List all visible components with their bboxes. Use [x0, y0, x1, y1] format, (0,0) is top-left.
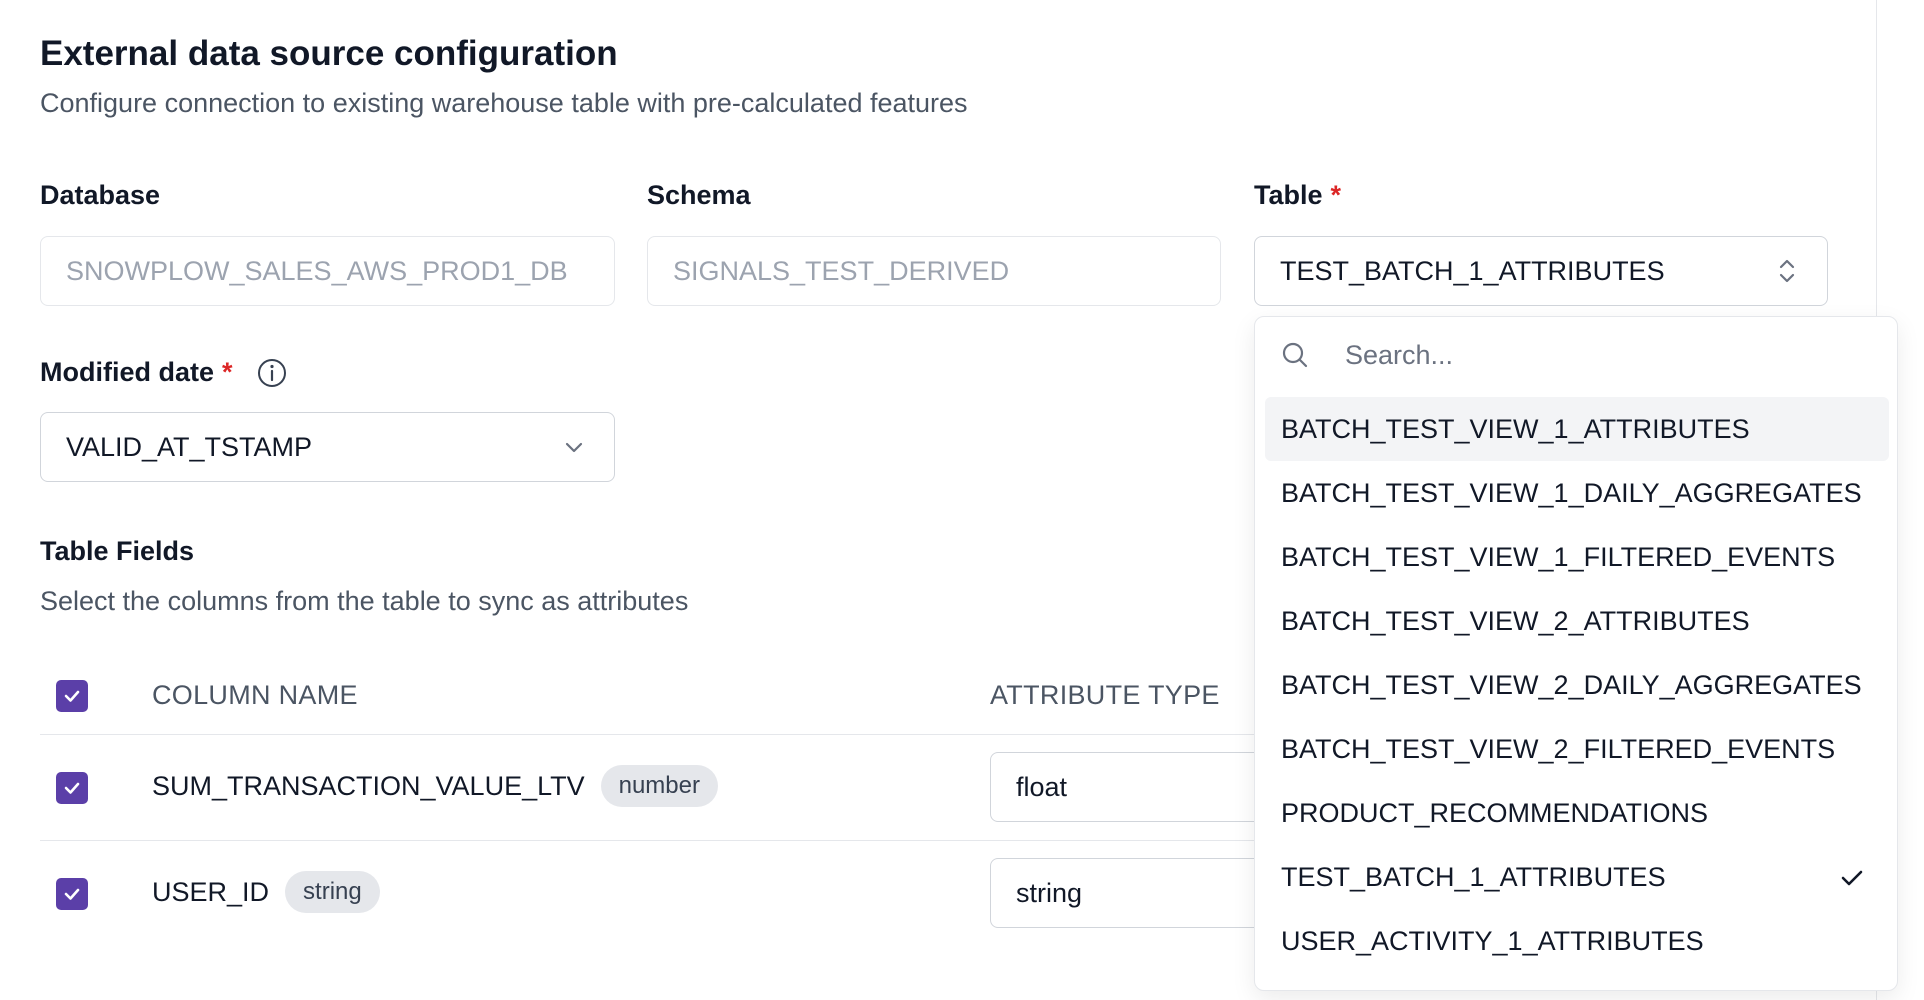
- dropdown-option-label: BATCH_TEST_VIEW_2_DAILY_AGGREGATES: [1281, 669, 1862, 700]
- table-fields-description: Select the columns from the table to syn…: [40, 586, 689, 616]
- attribute-type-header: ATTRIBUTE TYPE: [990, 680, 1220, 710]
- modified-date-label: Modified date *: [40, 357, 287, 388]
- check-icon: [64, 888, 80, 900]
- column-name-header: COLUMN NAME: [152, 680, 358, 710]
- dropdown-option[interactable]: BATCH_TEST_VIEW_2_DAILY_AGGREGATES: [1265, 653, 1889, 717]
- dropdown-search: [1255, 317, 1897, 393]
- source-type-badge: number: [600, 765, 718, 807]
- table-row: USER_ID string string: [40, 841, 1320, 946]
- modified-date-required-mark: *: [222, 357, 233, 387]
- table-select[interactable]: TEST_BATCH_1_ATTRIBUTES: [1254, 236, 1828, 306]
- row-checkbox[interactable]: [56, 878, 88, 910]
- modified-date-select[interactable]: VALID_AT_TSTAMP: [40, 412, 615, 482]
- dropdown-option-label: BATCH_TEST_VIEW_2_ATTRIBUTES: [1281, 605, 1750, 636]
- dropdown-option-label: USER_ACTIVITY_1_ATTRIBUTES: [1281, 925, 1704, 956]
- table-header-row: COLUMN NAME ATTRIBUTE TYPE: [40, 660, 1280, 735]
- database-label-text: Database: [40, 180, 161, 210]
- dropdown-option-label: BATCH_TEST_VIEW_1_FILTERED_EVENTS: [1281, 541, 1836, 572]
- search-icon: [1279, 339, 1311, 371]
- schema-field: SIGNALS_TEST_DERIVED: [647, 236, 1221, 306]
- table-row: SUM_TRANSACTION_VALUE_LTV number float: [40, 735, 1320, 841]
- modified-date-value: VALID_AT_TSTAMP: [66, 431, 313, 462]
- database-label: Database: [40, 180, 160, 211]
- check-icon: [64, 690, 80, 702]
- attribute-type-value: float: [1016, 771, 1068, 802]
- page-title: External data source configuration: [40, 34, 618, 73]
- database-field: SNOWPLOW_SALES_AWS_PROD1_DB: [40, 236, 615, 306]
- dropdown-option-label: BATCH_TEST_VIEW_1_DAILY_AGGREGATES: [1281, 477, 1862, 508]
- table-select-value: TEST_BATCH_1_ATTRIBUTES: [1280, 255, 1665, 286]
- modified-date-label-text: Modified date: [40, 357, 214, 387]
- dropdown-option[interactable]: BATCH_TEST_VIEW_1_DAILY_AGGREGATES: [1265, 461, 1889, 525]
- dropdown-option[interactable]: BATCH_TEST_VIEW_2_ATTRIBUTES: [1265, 589, 1889, 653]
- dropdown-option-label: BATCH_TEST_VIEW_2_FILTERED_EVENTS: [1281, 733, 1836, 764]
- chevron-up-down-icon: [1772, 256, 1802, 286]
- dropdown-option[interactable]: BATCH_TEST_VIEW_2_FILTERED_EVENTS: [1265, 717, 1889, 781]
- column-name-cell: USER_ID string: [152, 871, 380, 913]
- column-name: SUM_TRANSACTION_VALUE_LTV: [152, 770, 585, 801]
- dropdown-option-label: PRODUCT_RECOMMENDATIONS: [1281, 797, 1709, 828]
- select-all-checkbox[interactable]: [56, 680, 88, 712]
- database-value: SNOWPLOW_SALES_AWS_PROD1_DB: [66, 255, 568, 286]
- attribute-type-value: string: [1016, 877, 1083, 908]
- column-name-cell: SUM_TRANSACTION_VALUE_LTV number: [152, 765, 718, 807]
- row-checkbox[interactable]: [56, 772, 88, 804]
- source-type-badge: string: [285, 871, 380, 913]
- table-required-mark: *: [1330, 180, 1342, 210]
- table-dropdown: BATCH_TEST_VIEW_1_ATTRIBUTES BATCH_TEST_…: [1254, 316, 1898, 991]
- dropdown-option[interactable]: PRODUCT_RECOMMENDATIONS: [1265, 781, 1889, 845]
- check-icon: [1837, 863, 1867, 893]
- dropdown-option-selected[interactable]: TEST_BATCH_1_ATTRIBUTES: [1265, 845, 1889, 909]
- dropdown-option[interactable]: BATCH_TEST_VIEW_1_ATTRIBUTES: [1265, 397, 1889, 461]
- schema-label-text: Schema: [647, 180, 751, 210]
- table-fields-title: Table Fields: [40, 536, 195, 566]
- info-icon[interactable]: [257, 358, 287, 388]
- dropdown-option-label: TEST_BATCH_1_ATTRIBUTES: [1281, 861, 1666, 892]
- dropdown-option-label: BATCH_TEST_VIEW_1_ATTRIBUTES: [1281, 413, 1750, 444]
- chevron-down-icon: [559, 432, 589, 462]
- dropdown-option[interactable]: USER_ACTIVITY_1_ATTRIBUTES: [1265, 909, 1889, 973]
- dropdown-option[interactable]: BATCH_TEST_VIEW_1_FILTERED_EVENTS: [1265, 525, 1889, 589]
- table-label-text: Table: [1254, 180, 1323, 210]
- column-name: USER_ID: [152, 876, 270, 907]
- table-label: Table *: [1254, 180, 1341, 211]
- page-subtitle: Configure connection to existing warehou…: [40, 88, 968, 118]
- check-icon: [64, 782, 80, 794]
- schema-label: Schema: [647, 180, 751, 211]
- schema-value: SIGNALS_TEST_DERIVED: [673, 255, 1010, 286]
- dropdown-search-input[interactable]: [1343, 331, 1867, 379]
